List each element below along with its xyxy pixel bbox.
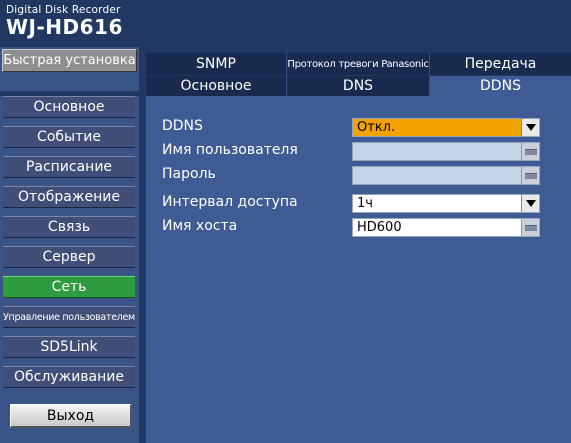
host-name-label: Имя хоста	[162, 218, 238, 234]
host-name-value: HD600	[357, 220, 402, 235]
tab-snmp[interactable]: SNMP	[146, 53, 287, 75]
sidebar-item-event[interactable]: Событие	[3, 126, 135, 148]
keyboard-icon[interactable]	[521, 219, 539, 236]
sidebar-item-display[interactable]: Отображение	[3, 186, 135, 208]
brand-model: WJ-HD616	[6, 15, 123, 39]
tab-ddns[interactable]: DDNS	[430, 76, 571, 96]
sidebar-item-communication[interactable]: Связь	[3, 216, 135, 238]
sidebar-item-basic[interactable]: Основное	[3, 96, 135, 118]
tab-transfer[interactable]: Передача	[430, 53, 571, 75]
sidebar-item-network[interactable]: Сеть	[3, 276, 135, 298]
ddns-label: DDNS	[162, 118, 203, 134]
access-interval-label: Интервал доступа	[162, 194, 298, 210]
dropdown-arrow-icon[interactable]	[521, 195, 539, 212]
ddns-value: Откл.	[357, 120, 396, 135]
username-label: Имя пользователя	[162, 142, 298, 158]
keyboard-icon[interactable]	[521, 143, 539, 160]
header: Digital Disk Recorder WJ-HD616	[0, 0, 571, 42]
sidebar-item-schedule[interactable]: Расписание	[3, 156, 135, 178]
sidebar-item-maintenance[interactable]: Обслуживание	[3, 366, 135, 388]
username-field[interactable]	[352, 142, 540, 161]
host-name-field[interactable]: HD600	[352, 218, 540, 237]
tab-panasonic-alarm-protocol[interactable]: Протокол тревоги Panasonic	[287, 53, 430, 75]
quick-setup-button[interactable]: Быстрая установка	[2, 49, 137, 72]
sidebar	[0, 96, 139, 443]
keyboard-icon[interactable]	[521, 167, 539, 184]
sidebar-item-sd5link[interactable]: SD5Link	[3, 336, 135, 358]
tab-basic[interactable]: Основное	[146, 76, 287, 96]
sidebar-item-server[interactable]: Сервер	[3, 246, 135, 268]
tab-dns[interactable]: DNS	[287, 76, 430, 96]
exit-button[interactable]: Выход	[10, 404, 132, 428]
access-interval-value: 1ч	[357, 196, 373, 211]
password-label: Пароль	[162, 166, 216, 182]
dropdown-arrow-icon[interactable]	[521, 119, 539, 136]
password-field[interactable]	[352, 166, 540, 185]
sidebar-item-user-management[interactable]: Управление пользователем	[3, 306, 135, 328]
access-interval-select[interactable]: 1ч	[352, 194, 540, 213]
ddns-select[interactable]: Откл.	[352, 118, 540, 137]
